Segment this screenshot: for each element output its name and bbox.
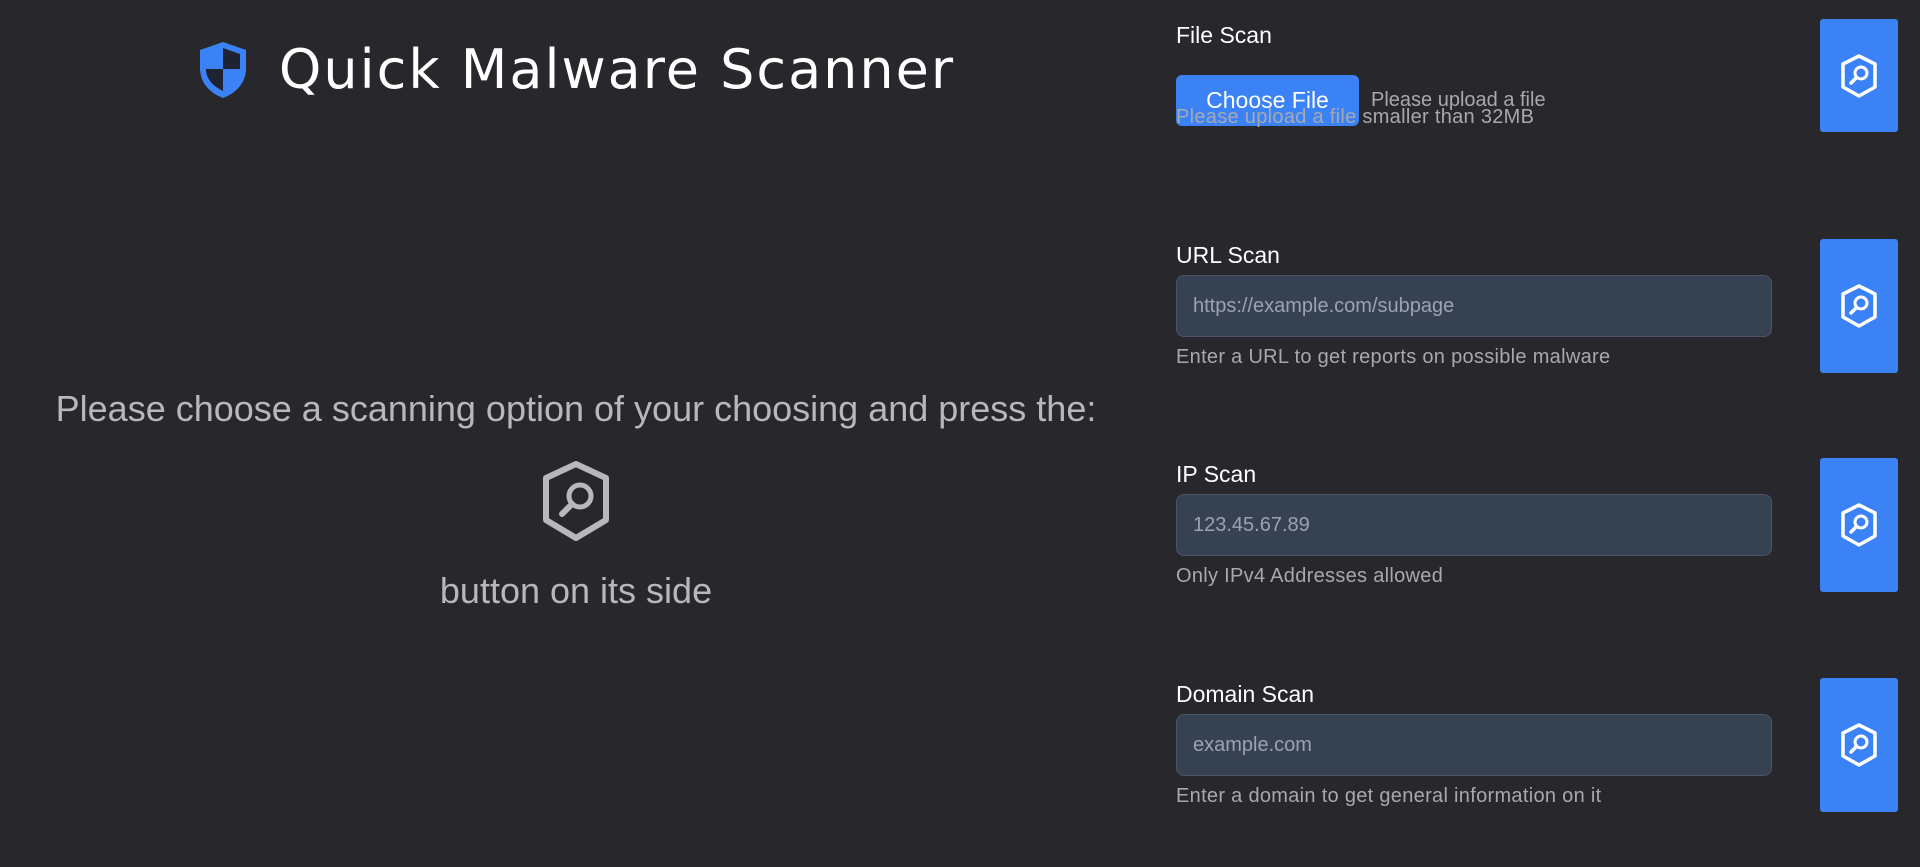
instructions-text: Please choose a scanning option of your … — [55, 388, 1097, 429]
file-scan-label: File Scan — [1176, 22, 1272, 48]
app-title: Quick Malware Scanner — [278, 38, 956, 101]
domain-input[interactable] — [1176, 714, 1772, 776]
domain-scan-help: Enter a domain to get general informatio… — [1176, 785, 1602, 807]
url-scan-button[interactable] — [1820, 239, 1898, 373]
instructions: Please choose a scanning option of your … — [0, 388, 1152, 612]
shield-search-icon — [1841, 284, 1877, 328]
ip-scan-label: IP Scan — [1176, 461, 1257, 487]
ip-scan-help: Only IPv4 Addresses allowed — [1176, 565, 1444, 587]
url-input[interactable] — [1176, 275, 1772, 337]
shield-search-icon — [1841, 723, 1877, 767]
ip-scan-section: IP Scan Only IPv4 Addresses allowed — [1176, 458, 1898, 595]
domain-scan-button[interactable] — [1820, 678, 1898, 812]
url-scan-help: Enter a URL to get reports on possible m… — [1176, 346, 1611, 368]
shield-icon — [199, 41, 246, 98]
domain-scan-section: Domain Scan Enter a domain to get genera… — [1176, 678, 1898, 815]
shield-search-icon — [543, 461, 609, 541]
file-scan-help: Please upload a file smaller than 32MB — [1176, 106, 1535, 128]
domain-scan-label: Domain Scan — [1176, 681, 1315, 707]
brand-header: Quick Malware Scanner — [0, 38, 1152, 101]
shield-search-icon — [1841, 503, 1877, 547]
file-scan-button[interactable] — [1820, 19, 1898, 132]
intro-panel: Quick Malware Scanner Please choose a sc… — [0, 0, 1152, 867]
shield-search-icon — [1841, 53, 1877, 98]
ip-scan-button[interactable] — [1820, 458, 1898, 592]
url-scan-label: URL Scan — [1176, 242, 1280, 268]
scan-panel: File Scan Choose File Please upload a fi… — [1152, 0, 1920, 867]
url-scan-section: URL Scan Enter a URL to get reports on p… — [1176, 239, 1898, 376]
ip-input[interactable] — [1176, 494, 1772, 556]
file-scan-section: File Scan Choose File Please upload a fi… — [1176, 19, 1898, 138]
instructions-suffix: button on its side — [439, 570, 713, 611]
